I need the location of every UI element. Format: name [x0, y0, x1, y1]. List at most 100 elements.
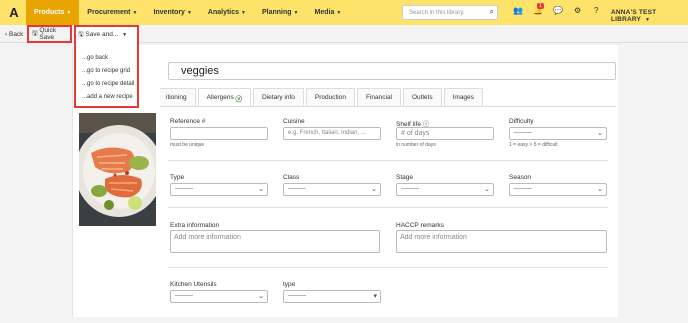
recipe-title-input[interactable]: veggies: [168, 62, 616, 80]
menu-item-add-new-recipe[interactable]: ...add a new recipe: [82, 94, 133, 100]
nav-media-label: Media: [314, 9, 335, 16]
chevron-down-icon: ▼: [132, 9, 138, 16]
extra-info-textarea[interactable]: Add more information: [170, 230, 380, 253]
utensil-type-select[interactable]: --------- ▾: [283, 290, 381, 303]
nav-inventory[interactable]: Inventory ▼: [145, 0, 199, 25]
utensil-type-label: type: [283, 281, 296, 288]
tab-images[interactable]: Images: [443, 88, 483, 106]
menu-item-go-back[interactable]: ...go back: [82, 55, 108, 61]
settings-icon[interactable]: ⚙: [574, 6, 581, 15]
class-value: ---------: [288, 186, 306, 192]
extra-info-label: Extra information: [170, 222, 220, 229]
difficulty-select[interactable]: --------- ⌄: [509, 127, 607, 140]
tab-financial[interactable]: Financial: [356, 88, 401, 106]
main-nav: Products ▼ Procurement ▼ Inventory ▼ Analyt…: [26, 0, 349, 25]
section-divider: [168, 207, 608, 208]
users-icon[interactable]: 👥: [513, 6, 523, 15]
nav-inventory-label: Inventory: [153, 9, 185, 16]
tab-outlets[interactable]: Outlets: [403, 88, 442, 106]
recipe-tabs: itioning Allergens ⓥ Dietary info Produc…: [160, 88, 485, 106]
difficulty-label: Difficulty: [509, 118, 534, 125]
stage-value: ---------: [401, 186, 419, 192]
chevron-down-icon: ▼: [122, 32, 128, 38]
class-label: Class: [283, 174, 300, 181]
save-icon: 🖫: [32, 29, 40, 37]
nav-procurement-label: Procurement: [87, 9, 131, 16]
section-divider: [168, 160, 608, 161]
library-search-input[interactable]: Search in this library. ⌕: [402, 5, 498, 20]
chevron-down-icon: ⌄: [597, 186, 603, 193]
type-label: Type: [170, 174, 185, 181]
difficulty-value: ---------: [514, 130, 532, 136]
top-nav-bar: A Products ▼ Procurement ▼ Inventory ▼ Anal…: [0, 0, 688, 25]
menu-item-go-recipe-grid[interactable]: ...go to recipe grid: [82, 68, 130, 74]
chat-icon[interactable]: 💬: [553, 6, 563, 15]
stage-label: Stage: [396, 174, 413, 181]
recipe-photo[interactable]: [79, 113, 156, 226]
tabs-divider: [160, 106, 616, 107]
class-select[interactable]: --------- ⌄: [283, 183, 381, 196]
type-value: ---------: [175, 186, 193, 192]
back-label: Back: [8, 30, 24, 38]
chevron-down-icon: ▼: [293, 9, 299, 16]
caret-down-icon: ▾: [373, 293, 377, 300]
chevron-down-icon: ⌄: [258, 186, 264, 193]
season-label: Season: [509, 174, 532, 181]
stage-select[interactable]: --------- ⌄: [396, 183, 494, 196]
chevron-down-icon: ⌄: [597, 130, 603, 137]
cuisine-label: Cuisine: [283, 118, 305, 125]
utensil-type-value: ---------: [288, 293, 306, 299]
kitchen-utensils-value: ---------: [175, 293, 193, 299]
cuisine-input[interactable]: e.g. French, Italian, Indian, ...: [283, 127, 381, 140]
haccp-textarea[interactable]: Add more information: [396, 230, 607, 253]
shelf-life-hint: in number of days: [396, 142, 436, 148]
nav-products-label: Products: [34, 9, 65, 16]
tab-dietary-info[interactable]: Dietary info: [253, 88, 304, 106]
chevron-down-icon: ▼: [186, 9, 192, 16]
reference-label: Reference #: [170, 118, 206, 125]
notification-badge: 1: [537, 3, 544, 9]
tab-production[interactable]: Production: [305, 88, 355, 106]
kitchen-utensils-label: Kitchen Utensils: [170, 281, 217, 288]
search-placeholder: Search in this library.: [409, 9, 465, 16]
save-and-button[interactable]: 🖫 Save and... ▼: [78, 30, 127, 41]
chevron-down-icon: ⌄: [258, 293, 264, 300]
chevron-down-icon: ▼: [66, 9, 72, 16]
back-button[interactable]: ‹ Back: [2, 27, 26, 41]
section-divider: [168, 267, 608, 268]
reference-input[interactable]: [170, 127, 268, 140]
app-logo[interactable]: A: [2, 0, 26, 25]
haccp-label: HACCP remarks: [396, 222, 444, 229]
shelf-life-input[interactable]: # of days: [396, 127, 494, 140]
nav-media[interactable]: Media ▼: [307, 0, 350, 25]
chevron-down-icon: ▼: [241, 9, 246, 16]
quick-save-button[interactable]: 🖫 Quick Save: [27, 25, 72, 43]
nav-analytics-label: Analytics: [207, 9, 240, 16]
nav-planning[interactable]: Planning ▼: [254, 0, 307, 25]
chevron-down-icon: ⌄: [371, 186, 377, 193]
search-icon[interactable]: ⌕: [490, 7, 494, 17]
tab-allergens-label: Allergens: [206, 94, 234, 101]
save-and-dropdown: 🖫 Save and... ▼ ...go back ...go to reci…: [74, 25, 139, 108]
quick-save-label: Quick Save: [39, 27, 56, 41]
nav-planning-label: Planning: [261, 9, 292, 16]
library-switcher[interactable]: ANNA'S TEST LIBRARY ▼: [611, 9, 688, 23]
type-select[interactable]: --------- ⌄: [170, 183, 268, 196]
kitchen-utensils-select[interactable]: --------- ⌄: [170, 290, 268, 303]
help-icon[interactable]: ?: [594, 6, 598, 15]
chevron-down-icon: ⌄: [484, 186, 490, 193]
nav-analytics[interactable]: Analytics ▼: [200, 0, 254, 25]
season-value: ---------: [514, 186, 532, 192]
tab-positioning[interactable]: itioning: [160, 88, 196, 106]
difficulty-hint: 1 = easy > 5 = difficult: [509, 142, 558, 148]
nav-procurement[interactable]: Procurement ▼: [79, 0, 145, 25]
chevron-down-icon: ▼: [336, 9, 342, 16]
menu-item-go-recipe-detail[interactable]: ...go to recipe detail: [82, 81, 134, 87]
reference-hint: must be unique: [170, 142, 205, 148]
save-and-label: Save and...: [85, 31, 119, 38]
season-select[interactable]: --------- ⌄: [509, 183, 607, 196]
nav-products[interactable]: Products ▼: [26, 0, 80, 25]
tab-allergens[interactable]: Allergens ⓥ: [197, 88, 252, 106]
chevron-down-icon: ▼: [644, 17, 651, 23]
check-circle-icon: ⓥ: [235, 95, 243, 103]
